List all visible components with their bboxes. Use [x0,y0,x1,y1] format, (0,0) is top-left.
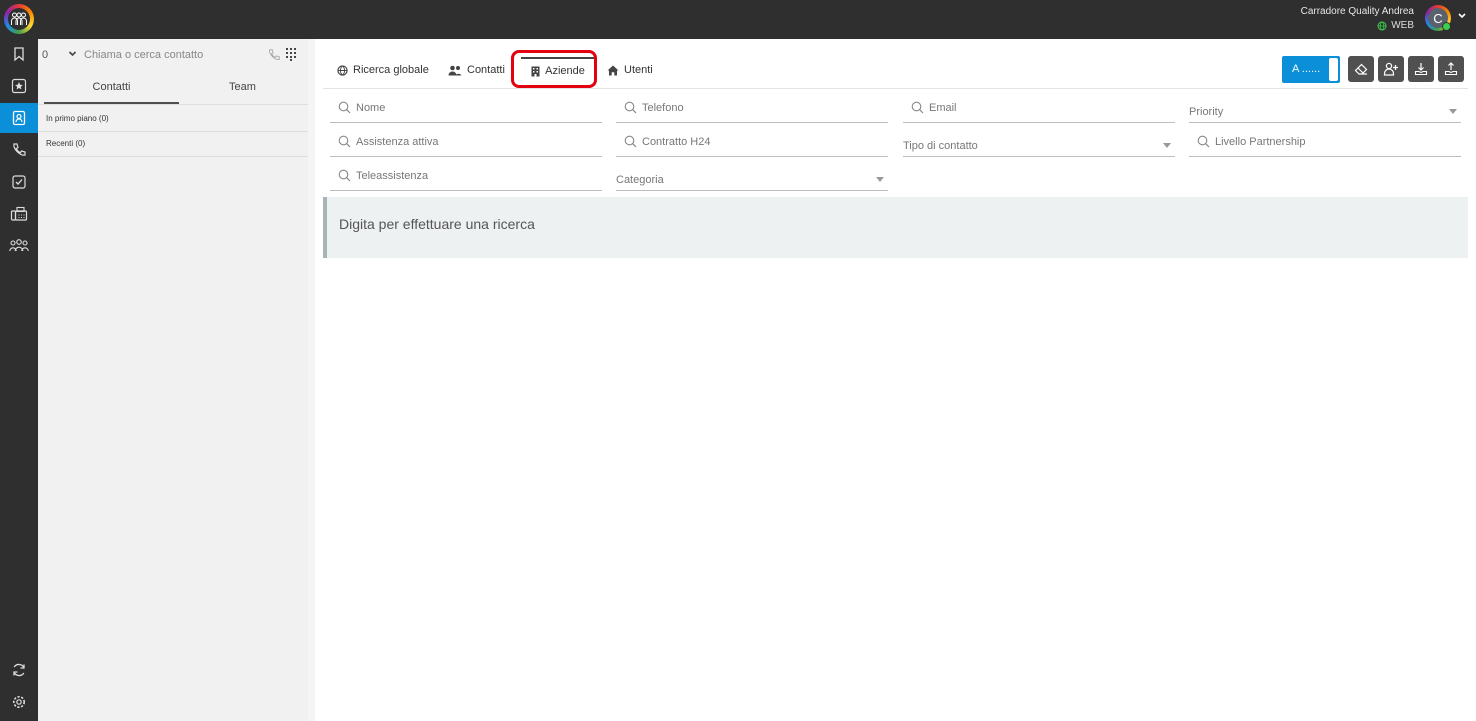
search-hint-box: Digita per effettuare una ricerca [323,197,1468,258]
highlight-annotation [511,50,597,88]
phone-icon [13,143,26,156]
contact-search-input[interactable]: Chiama o cerca contatto [84,49,203,61]
assistenza-attiva-field[interactable]: Assistenza attiva [330,130,602,157]
main-area: Ricerca globale Contatti Aziende Utenti … [315,39,1476,721]
upload-icon [1444,62,1458,76]
search-icon [624,101,637,114]
settings-icon [13,696,25,708]
nav-fax[interactable] [0,199,38,229]
tab-contatti[interactable]: Contatti [44,74,179,104]
avatar[interactable]: C [1425,5,1451,31]
tab-ricerca-globale[interactable]: Ricerca globale [337,57,429,83]
assistenza-attiva-placeholder: Assistenza attiva [356,136,439,148]
tab-utenti[interactable]: Utenti [607,57,653,83]
export-button[interactable] [1438,56,1464,82]
nav-bookmark[interactable] [0,39,38,69]
dropdown-arrow-icon [1449,109,1457,114]
nome-placeholder: Nome [356,102,386,114]
group-in-primo-piano[interactable]: In primo piano (0) [38,107,308,132]
dropdown-arrow-icon [876,177,884,182]
search-icon [338,169,351,182]
contratto-h24-field[interactable]: Contratto H24 [616,130,888,157]
status-label: WEB [1391,20,1414,31]
email-field[interactable]: Email [903,96,1175,123]
presence-dot [1442,22,1451,31]
toggle-knob [1329,58,1338,81]
search-icon [911,101,924,114]
livello-partnership-field[interactable]: Livello Partnership [1189,130,1461,157]
globe-icon [337,64,348,76]
nav-favorites[interactable] [0,71,38,101]
nav-calls[interactable] [0,135,38,165]
bookmark-icon [14,47,24,62]
panel-tabs: Contatti Team [38,74,308,105]
globe-status-icon [1377,21,1387,31]
tab-label: Contatti [467,64,505,76]
nav-groups[interactable] [0,231,38,261]
line-prefix[interactable]: 0 [42,49,48,61]
divider [308,39,315,721]
tipo-di-contatto-select[interactable]: Tipo di contatto [903,130,1175,157]
toggle-label: A ...... [1292,63,1321,75]
nav-sync[interactable] [0,655,38,685]
search-hint-text: Digita per effettuare una ricerca [339,216,535,232]
categoria-select[interactable]: Categoria [616,164,888,191]
priority-label: Priority [1189,106,1224,118]
dialpad-icon[interactable] [285,47,297,61]
tab-label: Utenti [624,64,653,76]
contact-groups: In primo piano (0) Recenti (0) [38,107,308,157]
star-icon [11,78,27,94]
search-icon [624,135,637,148]
group-recenti[interactable]: Recenti (0) [38,132,308,157]
eraser-icon [1354,63,1368,75]
phone-icon[interactable] [267,48,281,62]
top-bar: Carradore Quality Andrea WEB C [0,0,1476,39]
telefono-field[interactable]: Telefono [616,96,888,123]
chevron-down-icon[interactable] [68,50,77,58]
categoria-label: Categoria [616,174,664,186]
contratto-h24-placeholder: Contratto H24 [642,136,711,148]
nav-contacts[interactable] [0,103,38,133]
left-nav [0,39,38,721]
dropdown-arrow-icon [1163,143,1171,148]
add-contact-button[interactable] [1378,56,1404,82]
import-button[interactable] [1408,56,1434,82]
tab-label: Ricerca globale [353,64,429,76]
people-logo-icon [11,12,27,25]
chevron-down-icon[interactable] [1457,12,1467,20]
search-icon [338,101,351,114]
tab-contatti[interactable]: Contatti [448,57,505,83]
search-icon [1197,135,1210,148]
users-icon [448,65,462,75]
priority-select[interactable]: Priority [1189,96,1461,123]
app-logo[interactable] [4,4,34,34]
contacts-icon [12,110,26,126]
email-placeholder: Email [929,102,957,114]
tasks-icon [12,175,26,189]
contact-panel: 0 Chiama o cerca contatto Contatti Team … [38,39,309,721]
nav-settings[interactable] [0,687,38,717]
search-mode-toggle[interactable]: A ...... [1282,56,1340,83]
tab-team[interactable]: Team [175,74,310,102]
livello-partnership-placeholder: Livello Partnership [1215,136,1306,148]
search-icon [338,135,351,148]
download-icon [1414,63,1428,76]
nav-tasks[interactable] [0,167,38,197]
home-icon [607,65,619,75]
teleassistenza-placeholder: Teleassistenza [356,170,429,182]
group-icon [9,239,29,252]
contact-search-row: 0 Chiama o cerca contatto [38,39,308,72]
teleassistenza-field[interactable]: Teleassistenza [330,164,602,191]
user-info: Carradore Quality Andrea WEB [1301,5,1414,33]
telefono-placeholder: Telefono [642,102,684,114]
add-user-icon [1383,62,1398,76]
fax-icon [10,206,28,221]
user-name: Carradore Quality Andrea [1300,6,1414,17]
clear-button[interactable] [1348,56,1374,82]
tipo-di-contatto-label: Tipo di contatto [903,140,978,152]
sync-icon [13,663,25,677]
nome-field[interactable]: Nome [330,96,602,123]
